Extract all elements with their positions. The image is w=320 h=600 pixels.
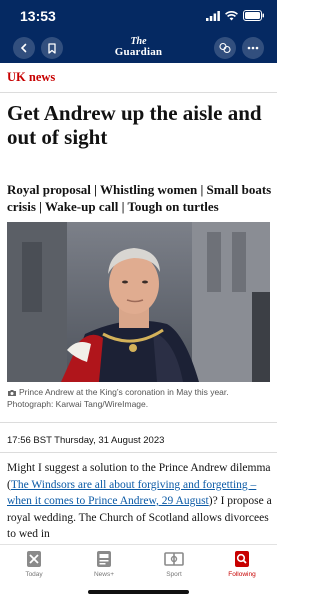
tab-following[interactable]: Following — [212, 548, 272, 578]
hero-image[interactable] — [7, 222, 270, 382]
battery-icon — [243, 10, 264, 21]
wifi-icon — [225, 10, 238, 20]
tab-sport-label: Sport — [166, 571, 182, 578]
news-plus-icon — [74, 548, 134, 570]
hero-illustration — [7, 222, 270, 382]
image-caption: Prince Andrew at the King’s coronation i… — [7, 386, 273, 410]
dateline-divider — [0, 452, 277, 453]
article-body: Might I suggest a solution to the Prince… — [7, 460, 273, 543]
status-icons — [206, 10, 265, 21]
nav-bar: The Guardian — [0, 34, 277, 63]
more-dots-icon — [247, 46, 259, 50]
following-icon — [212, 548, 272, 570]
section-divider — [0, 92, 277, 93]
tab-following-label: Following — [228, 571, 256, 578]
home-indicator[interactable] — [88, 590, 189, 594]
tab-news-plus[interactable]: News+ — [74, 548, 134, 578]
camera-icon — [8, 389, 16, 396]
tab-news-plus-label: News+ — [93, 571, 115, 578]
tab-today[interactable]: Today — [4, 548, 64, 578]
bookmark-icon — [48, 42, 56, 54]
today-icon — [4, 548, 64, 570]
image-caption-text: Prince Andrew at the King’s coronation i… — [7, 387, 229, 409]
article-standfirst: Royal proposal | Whistling women | Small… — [7, 182, 272, 214]
tab-sport[interactable]: Sport — [144, 548, 204, 578]
text-size-icon — [219, 42, 231, 54]
status-time: 13:53 — [20, 8, 56, 24]
signal-icon — [206, 10, 220, 21]
tab-today-label: Today — [25, 571, 43, 578]
status-bar: 13:53 — [0, 0, 277, 34]
guardian-logo: The Guardian — [114, 36, 163, 58]
section-label[interactable]: UK news — [7, 70, 55, 85]
display-settings-button[interactable] — [214, 37, 236, 59]
chevron-left-icon — [20, 43, 27, 53]
back-button[interactable] — [13, 37, 35, 59]
more-options-button[interactable] — [242, 37, 264, 59]
article-dateline: 17:56 BST Thursday, 31 August 2023 — [7, 435, 165, 446]
app-header: 13:53 The Guardian — [0, 0, 277, 63]
sport-icon — [144, 548, 204, 570]
article-headline: Get Andrew up the aisle and out of sight — [7, 101, 262, 149]
caption-divider — [0, 422, 277, 423]
bookmark-button[interactable] — [41, 37, 63, 59]
